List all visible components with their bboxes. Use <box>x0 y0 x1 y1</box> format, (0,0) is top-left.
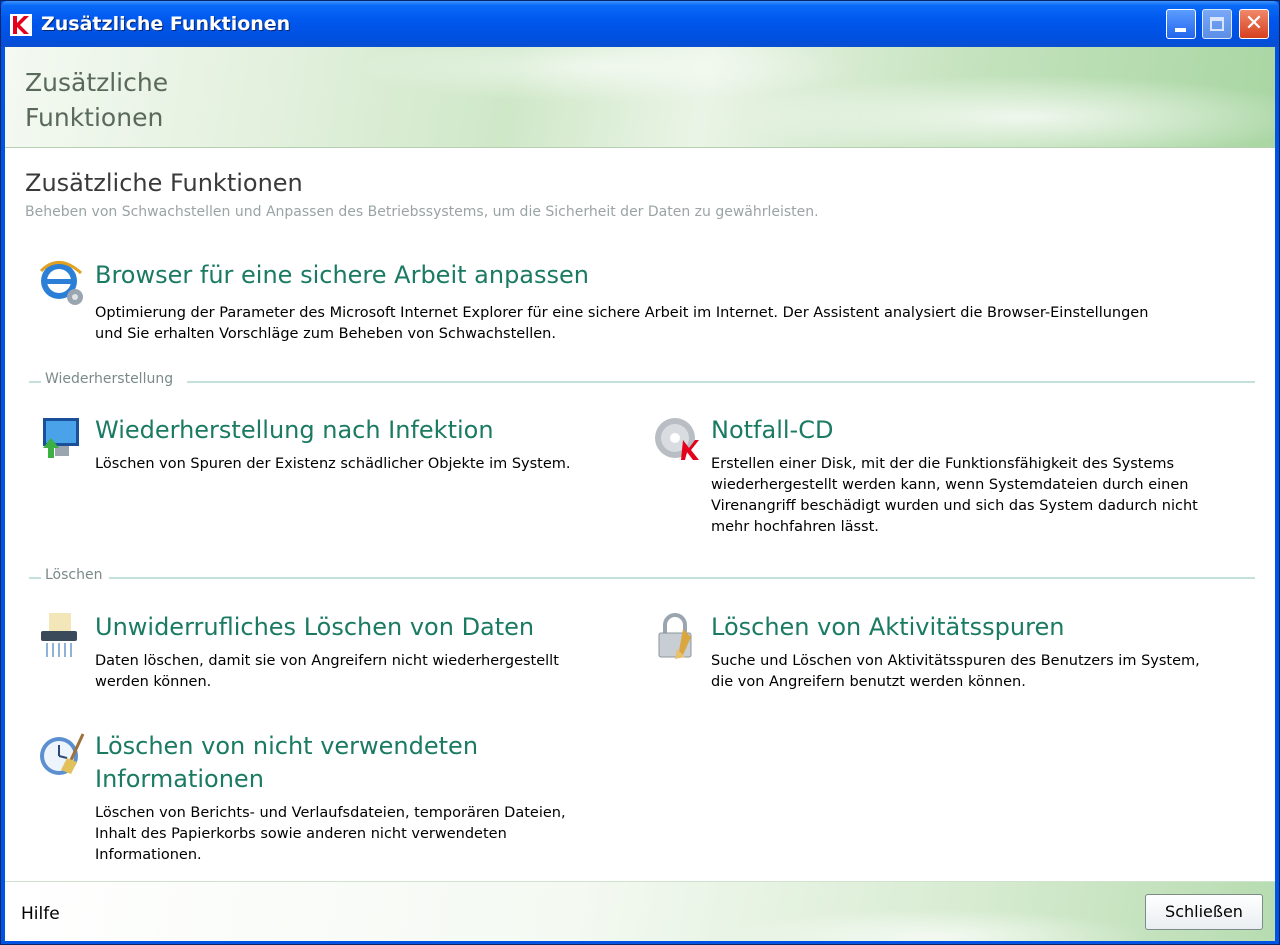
shred-title[interactable]: Unwiderrufliches Löschen von Daten <box>95 611 534 644</box>
unused-info-desc-line3: Informationen. <box>95 847 202 863</box>
rescue-cd-icon <box>655 418 699 460</box>
shred-desc-line1: Daten löschen, damit sie von Angreifern … <box>95 653 559 669</box>
client-area: Zusätzliche Funktionen Zusätzliche Funkt… <box>5 47 1275 941</box>
unused-info-desc-line1: Löschen von Berichts- und Verlaufsdateie… <box>95 805 566 821</box>
section-divider <box>187 381 1255 383</box>
rescue-cd-desc-line1: Erstellen einer Disk, mit der die Funkti… <box>711 456 1175 472</box>
page-title: Zusätzliche Funktionen <box>25 169 303 197</box>
kaspersky-icon <box>10 14 32 36</box>
section-delete-label: Löschen <box>43 567 105 583</box>
maximize-icon <box>1210 17 1224 31</box>
section-divider <box>29 577 41 579</box>
clock-broom-icon <box>40 733 85 775</box>
rescue-cd-desc-line3: Virenangriff beschädigt wurden und sich … <box>711 498 1198 514</box>
item-restore[interactable]: Wiederherstellung nach Infektion Löschen… <box>37 414 597 484</box>
section-divider <box>109 577 1255 579</box>
title-bar[interactable]: Zusätzliche Funktionen ✕ <box>1 1 1279 47</box>
unused-info-title-line2[interactable]: Informationen <box>95 763 264 796</box>
app-window: Zusätzliche Funktionen ✕ Zusätzliche Fun… <box>0 0 1280 945</box>
footer-bar: Hilfe Schließen <box>5 881 1275 941</box>
item-browser[interactable]: Browser für eine sichere Arbeit anpassen… <box>37 259 1237 359</box>
close-button[interactable]: Schließen <box>1145 894 1263 930</box>
banner-title: Zusätzliche Funktionen <box>25 68 169 132</box>
page-subtitle: Beheben von Schwachstellen und Anpassen … <box>25 204 819 220</box>
close-icon: ✕ <box>1244 11 1264 36</box>
section-divider <box>29 381 41 383</box>
item-shred[interactable]: Unwiderrufliches Löschen von Daten Daten… <box>37 611 617 701</box>
header-banner: Zusätzliche Funktionen <box>5 47 1275 148</box>
browser-desc-line1: Optimierung der Parameter des Microsoft … <box>95 305 1149 321</box>
internet-explorer-icon <box>39 261 83 305</box>
item-rescue-cd[interactable]: Notfall-CD Erstellen einer Disk, mit der… <box>653 414 1233 544</box>
minimize-button[interactable] <box>1166 9 1196 39</box>
maximize-button[interactable] <box>1202 9 1232 39</box>
shredder-icon <box>41 613 77 657</box>
lock-brush-icon <box>658 613 692 659</box>
shred-desc-line2: werden können. <box>95 674 212 690</box>
restore-desc-line1: Löschen von Spuren der Existenz schädlic… <box>95 456 571 472</box>
help-link[interactable]: Hilfe <box>21 904 60 924</box>
rescue-cd-desc-line4: mehr hochfahren lässt. <box>711 519 879 535</box>
browser-desc-line2: und Sie erhalten Vorschläge zum Beheben … <box>95 326 556 342</box>
system-restore-icon <box>43 418 79 458</box>
rescue-cd-title[interactable]: Notfall-CD <box>711 414 833 447</box>
section-restore-label: Wiederherstellung <box>43 371 176 387</box>
traces-desc-line1: Suche und Löschen von Aktivitätsspuren d… <box>711 653 1200 669</box>
rescue-cd-desc-line2: wiederhergestellt werden kann, wenn Syst… <box>711 477 1189 493</box>
traces-desc-line2: die von Angreifern benutzt werden können… <box>711 674 1026 690</box>
restore-title[interactable]: Wiederherstellung nach Infektion <box>95 414 494 447</box>
item-unused-info[interactable]: Löschen von nicht verwendeten Informatio… <box>37 730 617 870</box>
item-traces[interactable]: Löschen von Aktivitätsspuren Suche und L… <box>653 611 1243 701</box>
unused-info-desc-line2: Inhalt des Papierkorbs sowie anderen nic… <box>95 826 507 842</box>
unused-info-title-line1[interactable]: Löschen von nicht verwendeten <box>95 730 478 763</box>
close-window-button[interactable]: ✕ <box>1239 9 1269 39</box>
section-restore: Wiederherstellung <box>29 371 1255 391</box>
minimize-icon <box>1175 28 1186 32</box>
browser-title[interactable]: Browser für eine sichere Arbeit anpassen <box>95 259 589 292</box>
traces-title[interactable]: Löschen von Aktivitätsspuren <box>711 611 1064 644</box>
window-title: Zusätzliche Funktionen <box>41 13 291 35</box>
section-delete: Löschen <box>29 567 1255 587</box>
